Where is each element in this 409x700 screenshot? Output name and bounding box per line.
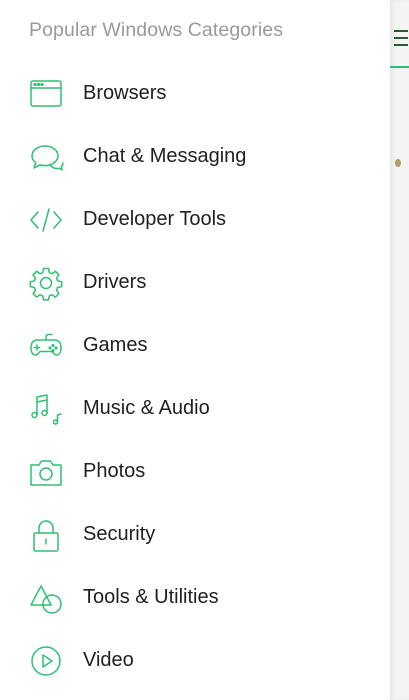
category-drivers[interactable]: Drivers bbox=[0, 251, 390, 314]
music-notes-icon bbox=[28, 391, 64, 427]
category-developer-tools[interactable]: Developer Tools bbox=[0, 188, 390, 251]
category-music-audio[interactable]: Music & Audio bbox=[0, 377, 390, 440]
background-page-edge bbox=[390, 0, 409, 700]
camera-icon bbox=[28, 454, 64, 490]
category-label: Music & Audio bbox=[83, 397, 210, 419]
background-avatar-fragment bbox=[395, 159, 401, 167]
category-label: Security bbox=[83, 523, 156, 545]
category-list: Browsers Chat & Messaging Developer Tool… bbox=[0, 62, 390, 692]
category-label: Chat & Messaging bbox=[83, 145, 247, 167]
gear-icon bbox=[28, 265, 64, 301]
background-accent-line bbox=[390, 66, 409, 68]
categories-drawer: Popular Windows Categories Browsers Chat… bbox=[0, 0, 390, 700]
code-brackets-icon bbox=[28, 202, 64, 238]
gamepad-icon bbox=[28, 328, 64, 364]
category-photos[interactable]: Photos bbox=[0, 440, 390, 503]
hamburger-menu-icon bbox=[394, 30, 408, 52]
category-label: Photos bbox=[83, 460, 146, 482]
browser-window-icon bbox=[28, 76, 64, 112]
category-label: Tools & Utilities bbox=[83, 586, 219, 608]
category-label: Developer Tools bbox=[83, 208, 227, 230]
category-label: Browsers bbox=[83, 82, 167, 104]
category-label: Video bbox=[83, 649, 134, 671]
category-browsers[interactable]: Browsers bbox=[0, 62, 390, 125]
category-label: Games bbox=[83, 334, 148, 356]
play-circle-icon bbox=[28, 643, 64, 679]
chat-bubbles-icon bbox=[28, 139, 64, 175]
shapes-icon bbox=[28, 580, 64, 616]
category-chat-messaging[interactable]: Chat & Messaging bbox=[0, 125, 390, 188]
category-security[interactable]: Security bbox=[0, 503, 390, 566]
padlock-icon bbox=[28, 517, 64, 553]
category-games[interactable]: Games bbox=[0, 314, 390, 377]
category-label: Drivers bbox=[83, 271, 147, 293]
drawer-title: Popular Windows Categories bbox=[29, 19, 284, 41]
category-video[interactable]: Video bbox=[0, 629, 390, 692]
category-tools-utilities[interactable]: Tools & Utilities bbox=[0, 566, 390, 629]
